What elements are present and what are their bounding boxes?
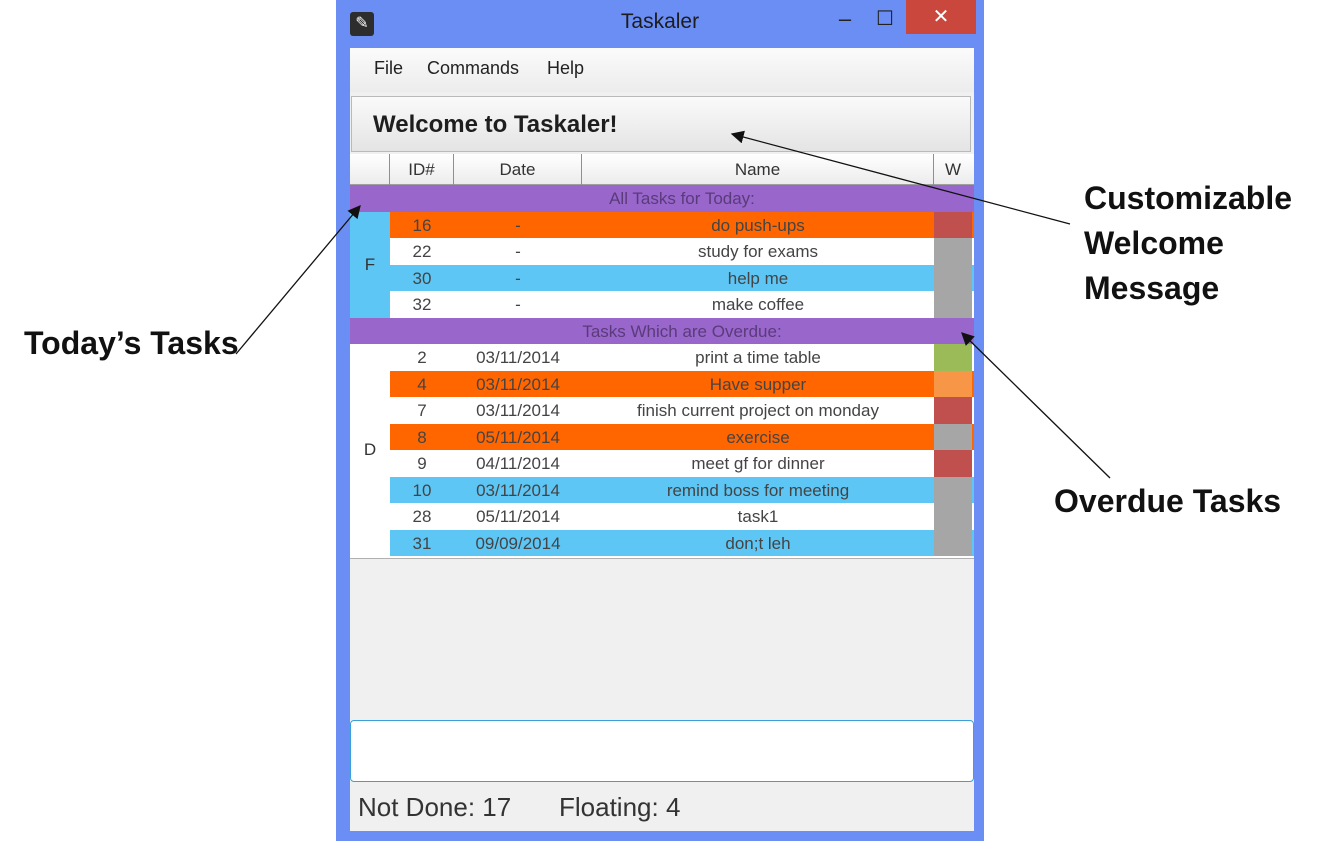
overdue-arrow <box>961 332 1111 479</box>
today-arrow <box>235 205 361 355</box>
welcome-arrow <box>730 130 1071 225</box>
annotation-arrows <box>235 130 1111 479</box>
